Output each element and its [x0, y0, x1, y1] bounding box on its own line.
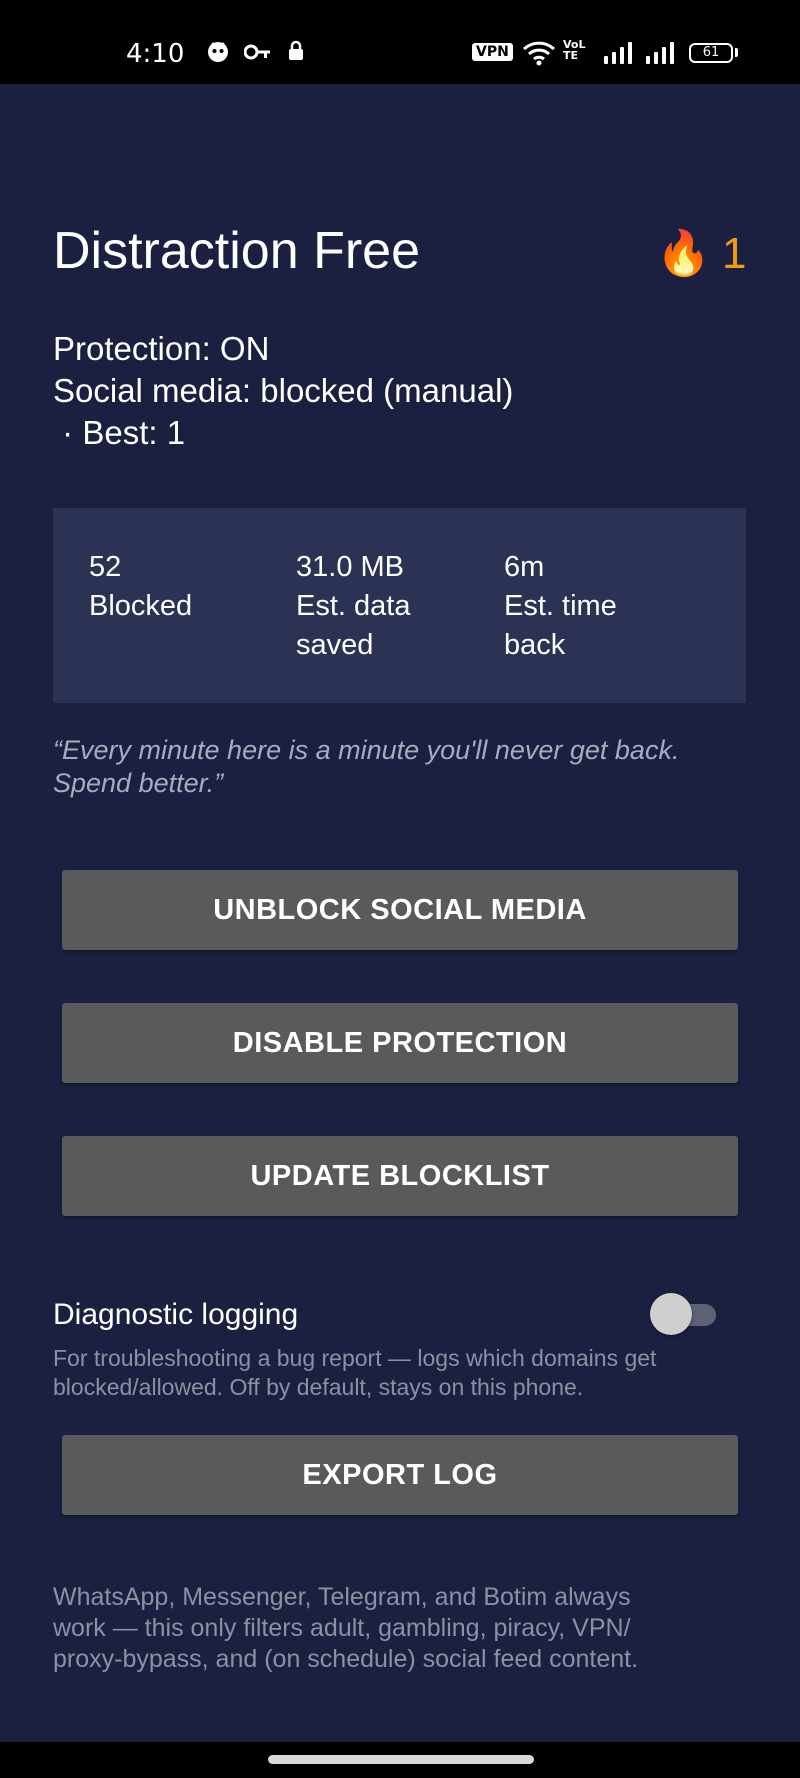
battery-tip: [735, 48, 738, 57]
export-log-button[interactable]: EXPORT LOG: [62, 1435, 738, 1515]
status-time: 4:10: [126, 39, 185, 69]
description-line: blocked/allowed. Off by default, stays o…: [53, 1374, 584, 1400]
vpn-icon: VPN: [472, 43, 513, 61]
quote-line: Spend better.”: [53, 768, 224, 798]
key-icon: [243, 40, 272, 69]
update-blocklist-button[interactable]: UPDATE BLOCKLIST: [62, 1136, 738, 1216]
stat-value: 31.0 MB: [296, 551, 404, 583]
stat-label: saved: [296, 629, 374, 661]
stat-label: Est. data: [296, 590, 411, 622]
footer-line: work — this only filters adult, gambling…: [53, 1614, 631, 1642]
stat-label: Est. time: [504, 590, 617, 622]
status-summary: Protection: ON Social media: blocked (ma…: [53, 328, 513, 454]
disable-protection-button[interactable]: DISABLE PROTECTION: [62, 1003, 738, 1083]
unblock-social-media-button[interactable]: UNBLOCK SOCIAL MEDIA: [62, 870, 738, 950]
best-streak: · Best: 1: [53, 414, 186, 451]
footer-line: WhatsApp, Messenger, Telegram, and Botim…: [53, 1583, 631, 1611]
battery-level: 61: [702, 45, 720, 60]
description-line: For troubleshooting a bug report — logs …: [53, 1345, 657, 1371]
fire-icon: 🔥: [656, 229, 711, 278]
quote-line: “Every minute here is a minute you'll ne…: [53, 735, 680, 765]
battery-icon: 61: [689, 43, 733, 63]
lock-icon: [288, 40, 304, 67]
stats-card: 52 Blocked 31.0 MB Est. data saved 6m Es…: [53, 508, 746, 703]
stat-blocked: 52 Blocked: [89, 548, 192, 626]
footer-line: proxy-bypass, and (on schedule) social f…: [53, 1645, 639, 1673]
diagnostic-description: For troubleshooting a bug report — logs …: [53, 1344, 753, 1402]
stat-value: 6m: [504, 551, 545, 583]
status-bar: 4:10 VPN VoLTE 61: [0, 0, 800, 84]
footer-note: WhatsApp, Messenger, Telegram, and Botim…: [53, 1582, 753, 1688]
wifi-icon: [522, 40, 556, 71]
signal-icon: [604, 42, 636, 64]
stat-time-back: 6m Est. time back: [504, 548, 617, 665]
volte-icon: VoLTE: [563, 39, 589, 61]
home-indicator[interactable]: [268, 1755, 534, 1764]
diagnostic-logging-label: Diagnostic logging: [53, 1298, 299, 1331]
toggle-thumb: [650, 1293, 692, 1335]
volte-label: VoLTE: [563, 38, 586, 62]
stat-value: 52: [89, 551, 122, 583]
stat-data-saved: 31.0 MB Est. data saved: [296, 548, 410, 665]
stat-label: back: [504, 629, 566, 661]
social-media-status: Social media: blocked (manual): [53, 372, 514, 409]
diagnostic-logging-toggle[interactable]: [650, 1292, 722, 1336]
stat-label: Blocked: [89, 590, 193, 622]
protection-status: Protection: ON: [53, 330, 270, 367]
face-icon: [206, 40, 230, 69]
page-title: Distraction Free: [53, 222, 420, 280]
motivational-quote: “Every minute here is a minute you'll ne…: [53, 734, 753, 800]
streak-count: 1: [722, 229, 747, 278]
signal-icon-2: [646, 42, 678, 64]
